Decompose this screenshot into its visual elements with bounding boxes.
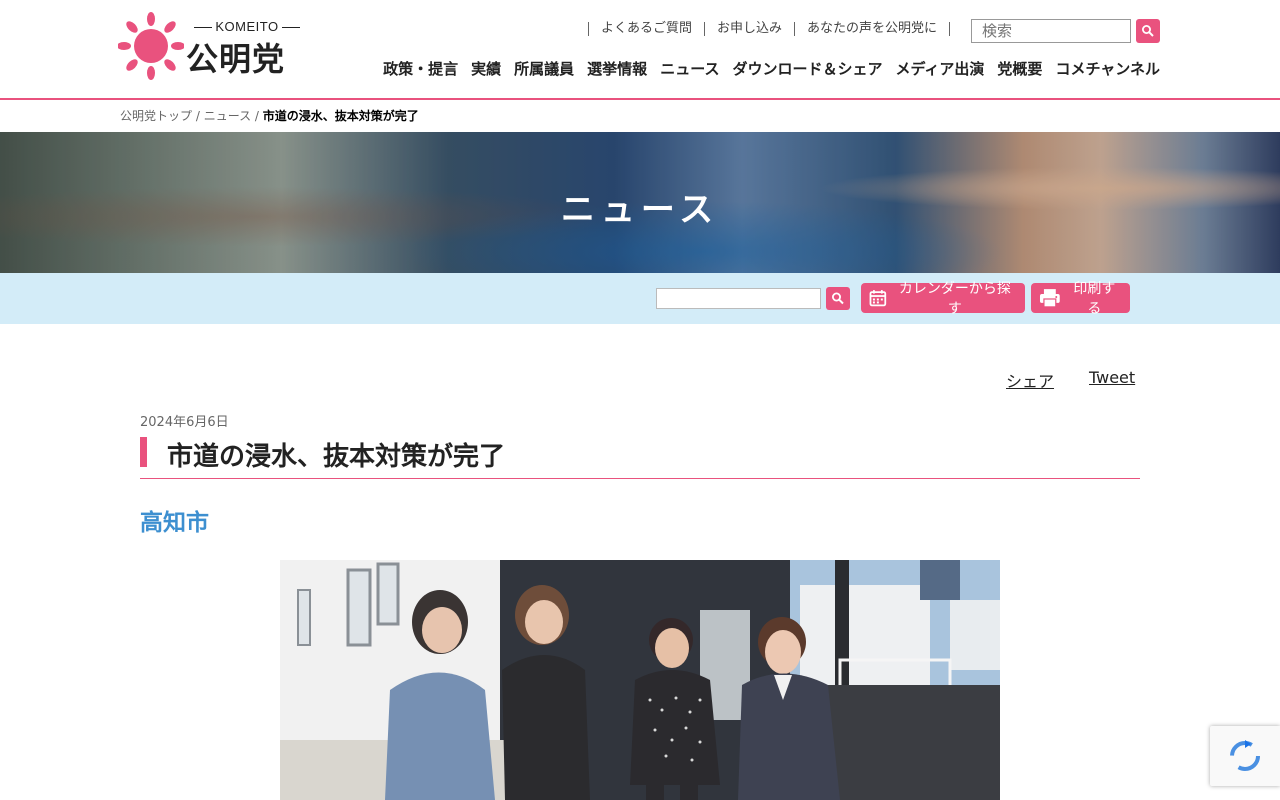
faq-link[interactable]: よくあるご質問	[587, 22, 704, 36]
article-toolbar: カレンダーから探す 印刷する	[0, 273, 1280, 324]
calendar-button-label: カレンダーから探す	[898, 280, 1011, 316]
logo-english: KOMEITO	[188, 19, 306, 34]
nav-news[interactable]: ニュース	[660, 58, 719, 79]
nav-members[interactable]: 所属議員	[514, 58, 574, 79]
global-nav: 政策・提言 実績 所属議員 選挙情報 ニュース ダウンロード＆シェア メディア出…	[383, 58, 1160, 79]
utility-nav: よくあるご質問 お申し込み あなたの声を公明党に	[587, 22, 950, 36]
site-header: KOMEITO 公明党 よくあるご質問 お申し込み あなたの声を公明党に 政策・…	[0, 0, 1280, 100]
nav-achievements[interactable]: 実績	[471, 58, 501, 79]
title-accent-bar	[140, 437, 147, 467]
search-icon	[1142, 25, 1154, 37]
breadcrumb: 公明党トップ / ニュース / 市道の浸水、抜本対策が完了	[120, 107, 419, 124]
breadcrumb-separator: /	[192, 109, 204, 123]
hero-title: ニュース	[560, 190, 720, 230]
photo-illustration	[280, 560, 1000, 800]
nav-elections[interactable]: 選挙情報	[587, 58, 647, 79]
news-search-input[interactable]	[656, 288, 821, 309]
search-icon	[832, 292, 844, 305]
print-button-label: 印刷する	[1073, 280, 1116, 316]
calendar-search-button[interactable]: カレンダーから探す	[861, 280, 1025, 316]
site-logo[interactable]: KOMEITO 公明党	[118, 12, 313, 82]
tweet-link[interactable]: Tweet	[1089, 368, 1135, 387]
logo-japanese: 公明党	[186, 40, 286, 78]
recaptcha-badge[interactable]	[1210, 726, 1280, 786]
breadcrumb-news[interactable]: ニュース	[204, 109, 251, 123]
nav-download[interactable]: ダウンロード＆シェア	[732, 58, 882, 79]
nav-media[interactable]: メディア出演	[895, 58, 984, 79]
sun-logo-icon	[118, 12, 184, 80]
article-photo	[280, 560, 1000, 800]
hero-banner: ニュース	[0, 132, 1280, 273]
article-location: 高知市	[140, 510, 209, 536]
recaptcha-icon	[1230, 740, 1260, 771]
print-button[interactable]: 印刷する	[1031, 280, 1130, 316]
nav-policy[interactable]: 政策・提言	[383, 58, 458, 79]
nav-channel[interactable]: コメチャンネル	[1055, 58, 1160, 79]
share-link[interactable]: シェア	[1006, 368, 1054, 392]
header-search-button[interactable]	[1136, 19, 1160, 43]
article-title: 市道の浸水、抜本対策が完了	[167, 442, 506, 472]
article-title-block: 市道の浸水、抜本対策が完了	[140, 436, 1140, 479]
breadcrumb-separator: /	[251, 109, 263, 123]
breadcrumb-current: 市道の浸水、抜本対策が完了	[262, 109, 419, 123]
header-search-input[interactable]	[971, 19, 1131, 43]
calendar-icon	[869, 290, 887, 307]
feedback-link[interactable]: あなたの声を公明党に	[793, 22, 949, 36]
breadcrumb-home[interactable]: 公明党トップ	[120, 109, 192, 123]
nav-about[interactable]: 党概要	[997, 58, 1042, 79]
article-date: 2024年6月6日	[140, 415, 229, 430]
utility-divider	[949, 22, 950, 36]
news-search-button[interactable]	[826, 287, 850, 310]
printer-icon	[1039, 289, 1060, 308]
application-link[interactable]: お申し込み	[703, 22, 794, 36]
